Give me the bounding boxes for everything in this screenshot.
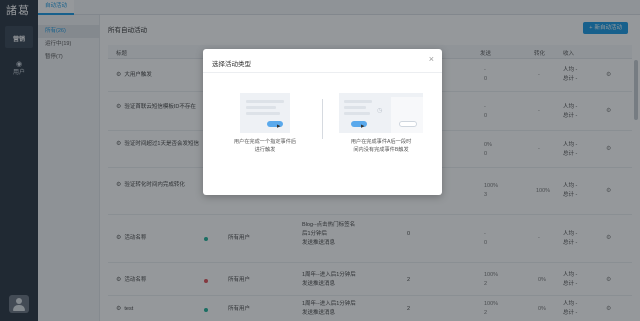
dialog-title: 选择活动类型 bbox=[212, 61, 251, 68]
illus-line bbox=[344, 106, 366, 109]
dialog-divider bbox=[203, 72, 442, 73]
option-text-line: 用户在完成事件A后一段时 bbox=[350, 139, 412, 145]
illus-line bbox=[246, 106, 276, 109]
clock-icon: ◷ bbox=[377, 108, 383, 114]
cursor-icon: ▸ bbox=[277, 123, 281, 130]
option-text-line: 间内没有完成事件B触发 bbox=[353, 147, 409, 153]
illus-line bbox=[246, 112, 280, 115]
cursor-icon: ▸ bbox=[361, 123, 365, 130]
options-divider bbox=[322, 99, 323, 139]
illus-line bbox=[246, 100, 284, 103]
illus-button-outline bbox=[399, 121, 417, 127]
option-event-sequence-trigger[interactable]: ◷ ▸ 用户在完成事件A后一段时 间内没有完成事件B触发 bbox=[331, 89, 431, 179]
select-campaign-type-dialog: 选择活动类型 × ▸ 用户在完成一个指定事件后 进行触发 ◷ ▸ 用户在完成事件… bbox=[203, 49, 442, 195]
option-description: 用户在完成一个指定事件后 进行触发 bbox=[215, 138, 315, 154]
event-sequence-illustration: ◷ ▸ bbox=[339, 93, 423, 133]
illus-panel bbox=[391, 97, 423, 133]
illus-line bbox=[344, 112, 370, 115]
option-single-event-trigger[interactable]: ▸ 用户在完成一个指定事件后 进行触发 bbox=[215, 89, 315, 179]
illus-line bbox=[344, 100, 372, 103]
option-text-line: 进行触发 bbox=[254, 147, 276, 153]
single-event-illustration: ▸ bbox=[240, 93, 290, 133]
option-text-line: 用户在完成一个指定事件后 bbox=[233, 139, 297, 145]
close-icon[interactable]: × bbox=[429, 55, 434, 64]
option-description: 用户在完成事件A后一段时 间内没有完成事件B触发 bbox=[331, 138, 431, 154]
